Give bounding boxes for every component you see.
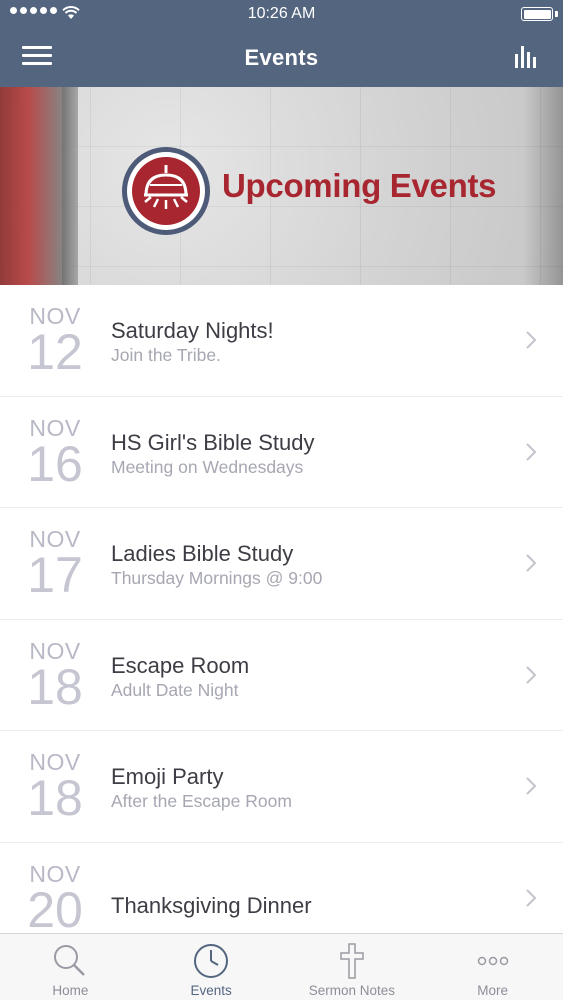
event-row-ladies-bible-study[interactable]: NOV 17 Ladies Bible Study Thursday Morni… [0, 508, 563, 620]
event-title: HS Girl's Bible Study [111, 429, 315, 455]
event-row-saturday-nights[interactable]: NOV 12 Saturday Nights! Join the Tribe. [0, 285, 563, 397]
event-title: Ladies Bible Study [111, 541, 294, 566]
search-icon [54, 945, 86, 976]
event-day: 16 [27, 435, 83, 492]
status-bar: 10:26 AM [0, 0, 563, 30]
clock-icon [194, 944, 229, 978]
tab-bar: Home Events Sermon Notes More [0, 933, 563, 1000]
event-row-escape-room[interactable]: NOV 18 Escape Room Adult Date Night [0, 619, 563, 731]
event-row-emoji-party[interactable]: NOV 18 Emoji Party After the Escape Room [0, 731, 563, 843]
banner-right-shadow [523, 87, 563, 285]
tab-events[interactable]: Events [141, 934, 282, 1000]
bell-lamp-emblem-icon [122, 147, 210, 235]
event-day: 18 [27, 770, 83, 826]
event-subtitle: Adult Date Night [111, 679, 239, 700]
event-subtitle: Thursday Mornings @ 9:00 [111, 568, 323, 588]
more-dots-icon [477, 956, 508, 966]
event-title: Thanksgiving Dinner [111, 892, 312, 918]
bar-chart-icon[interactable] [513, 42, 541, 70]
event-subtitle: Meeting on Wednesdays [111, 456, 304, 477]
battery-tip [555, 11, 558, 17]
event-day: 18 [27, 658, 83, 715]
event-title: Escape Room [111, 652, 250, 678]
tab-label: Events [190, 983, 232, 998]
chevron-right-icon [526, 442, 537, 461]
event-subtitle: Join the Tribe. [111, 345, 221, 365]
chevron-right-icon [526, 554, 537, 572]
upcoming-events-banner: Upcoming Events [0, 87, 563, 285]
chevron-right-icon [526, 777, 537, 795]
event-day: 17 [27, 547, 83, 603]
nav-bar: Events [0, 30, 563, 87]
battery-icon [521, 7, 553, 21]
event-day: 20 [27, 881, 83, 938]
tab-label: Home [52, 983, 89, 998]
status-time: 10:26 AM [247, 5, 316, 22]
page-title: Events [244, 45, 319, 70]
event-title: Emoji Party [111, 764, 224, 789]
tab-label: More [477, 983, 508, 998]
tab-label: Sermon Notes [308, 983, 396, 998]
banner-dark-edge [62, 87, 78, 285]
chevron-right-icon [526, 665, 537, 684]
tab-home[interactable]: Home [0, 934, 141, 1000]
events-list: NOV 12 Saturday Nights! Join the Tribe. … [0, 285, 563, 954]
banner-headline: Upcoming Events [222, 167, 497, 204]
chevron-right-icon [526, 888, 537, 907]
event-subtitle: After the Escape Room [111, 791, 292, 811]
cross-icon [340, 943, 364, 979]
event-row-hs-girls-bible-study[interactable]: NOV 16 HS Girl's Bible Study Meeting on … [0, 396, 563, 508]
event-title: Saturday Nights! [111, 318, 274, 343]
chevron-right-icon [526, 331, 537, 349]
banner-red-strip [0, 87, 62, 285]
tab-sermon-notes[interactable]: Sermon Notes [282, 934, 423, 1000]
event-day: 12 [27, 324, 83, 380]
tab-more[interactable]: More [422, 934, 563, 1000]
